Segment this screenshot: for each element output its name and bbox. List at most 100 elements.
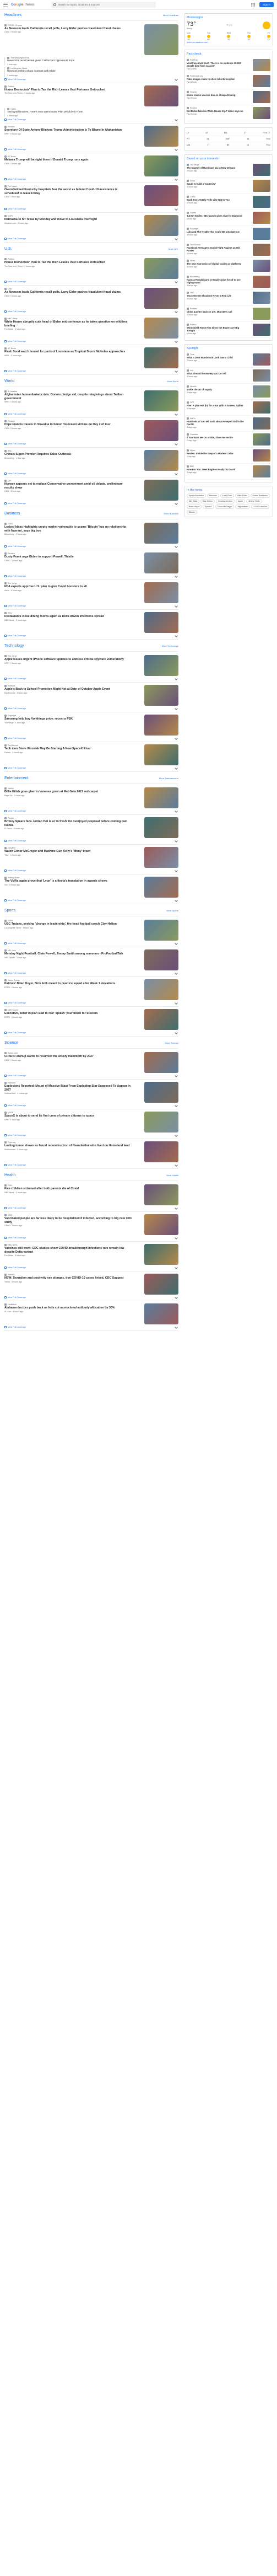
story-card[interactable]: DW Norway appears set to replace Conserva… [4, 477, 178, 508]
story-headline[interactable]: Pope Francis travels to Slovakia to hono… [4, 423, 132, 426]
story-card[interactable]: Yahoo Sports Patriots' Brian Hoyer, Nick … [4, 977, 178, 1007]
full-coverage-link[interactable]: View Full Coverage [4, 942, 178, 945]
story-source[interactable]: CNN [4, 1184, 132, 1187]
section-more-link[interactable]: More Headlines [163, 14, 178, 17]
side-item-headline[interactable]: The tragedy of Hurricane Ida in New Orle… [187, 167, 246, 169]
topic-chip[interactable]: Afghanistan [235, 505, 251, 509]
story-thumbnail[interactable] [144, 288, 178, 309]
story-card[interactable]: Reuters Pope Francis travels to Slovakia … [4, 418, 178, 448]
story-source[interactable]: Deadline [4, 847, 132, 850]
story-headline[interactable]: Vaccinated people are far less likely to… [4, 1217, 132, 1224]
section-more-link[interactable]: More Technology [162, 645, 178, 647]
side-list-item[interactable]: Time What a 1960 Woodstock Look Saw a Chi… [187, 352, 270, 368]
story-thumbnail[interactable] [144, 1009, 178, 1031]
story-thumbnail[interactable] [144, 1244, 178, 1265]
side-item-thumbnail[interactable] [253, 385, 270, 398]
story-headline[interactable]: Tech icon Steve Wozniak May Be Starting … [4, 747, 132, 750]
story-source[interactable]: AP News [4, 155, 132, 158]
side-item-source[interactable]: FactCheck.org [187, 75, 246, 77]
side-item-thumbnail[interactable] [253, 353, 270, 366]
story-thumbnail[interactable] [144, 847, 178, 868]
topic-chip[interactable]: Conor McGregor [215, 505, 235, 509]
weather-unit-toggle[interactable]: °F | °C [226, 24, 232, 26]
side-item-headline[interactable]: Review: Inside the Grey of a Modern Cell… [187, 452, 246, 455]
menu-icon[interactable] [3, 2, 8, 7]
story-source[interactable]: TechCrunch [4, 744, 132, 747]
weather-more-link[interactable]: More on weather.com [187, 41, 270, 44]
side-list-item[interactable]: Wired The new economics of digital scalin… [187, 258, 270, 274]
story-thumbnail[interactable] [144, 817, 178, 839]
story-source[interactable]: Reuters [4, 126, 132, 128]
story-card[interactable]: The Verge Apple issues urgent iPhone soft… [4, 653, 178, 683]
side-list-item[interactable]: The Verge The tragedy of Hurricane Ida in… [187, 162, 270, 178]
side-item-source[interactable]: Atlantic [187, 385, 246, 388]
story-thumbnail[interactable] [144, 949, 178, 971]
side-item-headline[interactable]: Bank Boss Totally Tells Like Not to You [187, 198, 246, 201]
story-headline[interactable]: CRISPR startup wants to resurrect the wo… [4, 1055, 132, 1058]
related-headline[interactable]: Newsom strikes sharp contrast with Elder [7, 70, 178, 73]
story-headline[interactable]: Lasting tumor shown as fanzal reconstruc… [4, 1144, 132, 1147]
side-item-source[interactable]: Axios [187, 180, 246, 182]
topic-chip[interactable]: Apple [235, 499, 245, 503]
story-card[interactable]: WebMD NEW: Sexualion and positivity see p… [4, 1271, 178, 1302]
full-coverage-link[interactable]: View Full Coverage [4, 635, 178, 637]
full-coverage-link[interactable]: View Full Coverage [4, 502, 178, 505]
side-item-headline[interactable]: China pushes back on U.S. Minister's cal… [187, 310, 246, 313]
story-headline[interactable]: Alabama doctors push back as feds cut mo… [4, 1306, 132, 1310]
story-card[interactable]: CNN Five children sickened after both par… [4, 1182, 178, 1212]
story-thumbnail[interactable] [144, 655, 178, 677]
story-source[interactable]: Reuters [4, 552, 132, 555]
side-list-item[interactable]: Reuters China pushes back on U.S. Ministe… [187, 306, 270, 322]
side-item-thumbnail[interactable] [253, 369, 270, 382]
story-headline[interactable]: Nebraska to hit Texas by Monday and move… [4, 218, 132, 221]
topic-chip[interactable]: Met Gala [187, 499, 199, 503]
story-thumbnail[interactable] [144, 1082, 178, 1103]
side-list-title[interactable]: Fact check [187, 52, 270, 56]
side-item-source[interactable]: The Verge [187, 164, 246, 166]
story-headline[interactable]: Restaurants close dining rooms again as … [4, 615, 132, 618]
side-item-thumbnail[interactable] [253, 449, 270, 461]
story-card[interactable]: People Britney Spears fans Jordan Hot is … [4, 815, 178, 845]
story-headline[interactable]: Flash flood watch issued for parts of Lo… [4, 350, 132, 353]
side-list-item[interactable]: Bloomberg Kansas Republicans in Brazil's … [187, 274, 270, 290]
section-title[interactable]: Health [4, 1173, 15, 1177]
full-coverage-link[interactable]: View Full Coverage [4, 1326, 178, 1329]
side-item-headline[interactable]: 'LEAD' Nobles: IBC launch gives shot for… [187, 214, 246, 217]
full-coverage-link[interactable]: View Full Coverage [4, 1134, 178, 1137]
story-headline[interactable]: Apple's Back to School Promotion Might N… [4, 688, 132, 691]
section-more-link[interactable]: More Science [165, 1042, 178, 1044]
section-title[interactable]: Science [4, 1041, 18, 1045]
story-thumbnail[interactable] [144, 744, 178, 766]
brand-logo[interactable]: Google News [11, 3, 35, 7]
side-item-thumbnail[interactable] [253, 417, 270, 430]
topic-chip[interactable]: Billie Eilish [235, 493, 249, 498]
side-list-item[interactable]: Forbes 'LEAD' Nobles: IBC launch gives sh… [187, 210, 270, 226]
story-headline[interactable]: SpaceX is about to send its first crew o… [4, 1114, 132, 1118]
related-headline[interactable]: Taxing Billionaires: Here's How Democrat… [7, 111, 178, 114]
side-item-headline[interactable]: Kansas Republicans in Brazil's plan for … [187, 278, 246, 284]
side-item-headline[interactable]: Facebook Teenagers Social Fight Against … [187, 246, 246, 252]
story-source[interactable]: WSJ [4, 612, 132, 615]
side-list-title[interactable]: Based on your interests [187, 157, 270, 160]
story-card[interactable]: Deadline Watch Conor McGregor and Machine… [4, 845, 178, 875]
full-coverage-link[interactable]: View Full Coverage [4, 178, 178, 181]
story-headline[interactable]: Leaked Ideas highlights crypto market vu… [4, 525, 132, 533]
full-coverage-link[interactable]: View Full Coverage [4, 972, 178, 975]
side-item-headline[interactable]: Fake images claim to show Alberta hospit… [187, 78, 246, 80]
story-source[interactable]: DW [4, 480, 132, 482]
side-list-item[interactable]: Atlantic Inside the art of supply 2 days a… [187, 384, 270, 400]
full-coverage-link[interactable]: View Full Coverage [4, 1296, 178, 1299]
story-headline[interactable]: NEW: Sexualion and positivity see plunge… [4, 1276, 132, 1280]
side-list-item[interactable]: Engadget Lulu and The Health That Could B… [187, 226, 270, 242]
story-card[interactable]: Reuters Secretary Of State Antony Blinken… [4, 124, 178, 154]
story-source[interactable]: NASA [4, 1112, 132, 1114]
story-card[interactable]: Gizmodo Explosions Reported: Mount of Mas… [4, 1080, 178, 1110]
story-card[interactable]: NBC News Vaccines still work: CDC studies… [4, 1242, 178, 1272]
side-item-thumbnail[interactable] [253, 292, 270, 304]
side-list-item[interactable]: Politico Windshield Home Hits Sit on the … [187, 322, 270, 338]
topic-chip[interactable]: Bitcoin [187, 510, 197, 514]
story-source[interactable]: Politico [4, 85, 132, 88]
side-item-headline[interactable]: Hundreds of San tell truth about Honeyed… [187, 420, 246, 426]
topic-chip[interactable]: Emma Raducanu [250, 493, 270, 498]
side-item-source[interactable]: Wired [187, 449, 246, 452]
